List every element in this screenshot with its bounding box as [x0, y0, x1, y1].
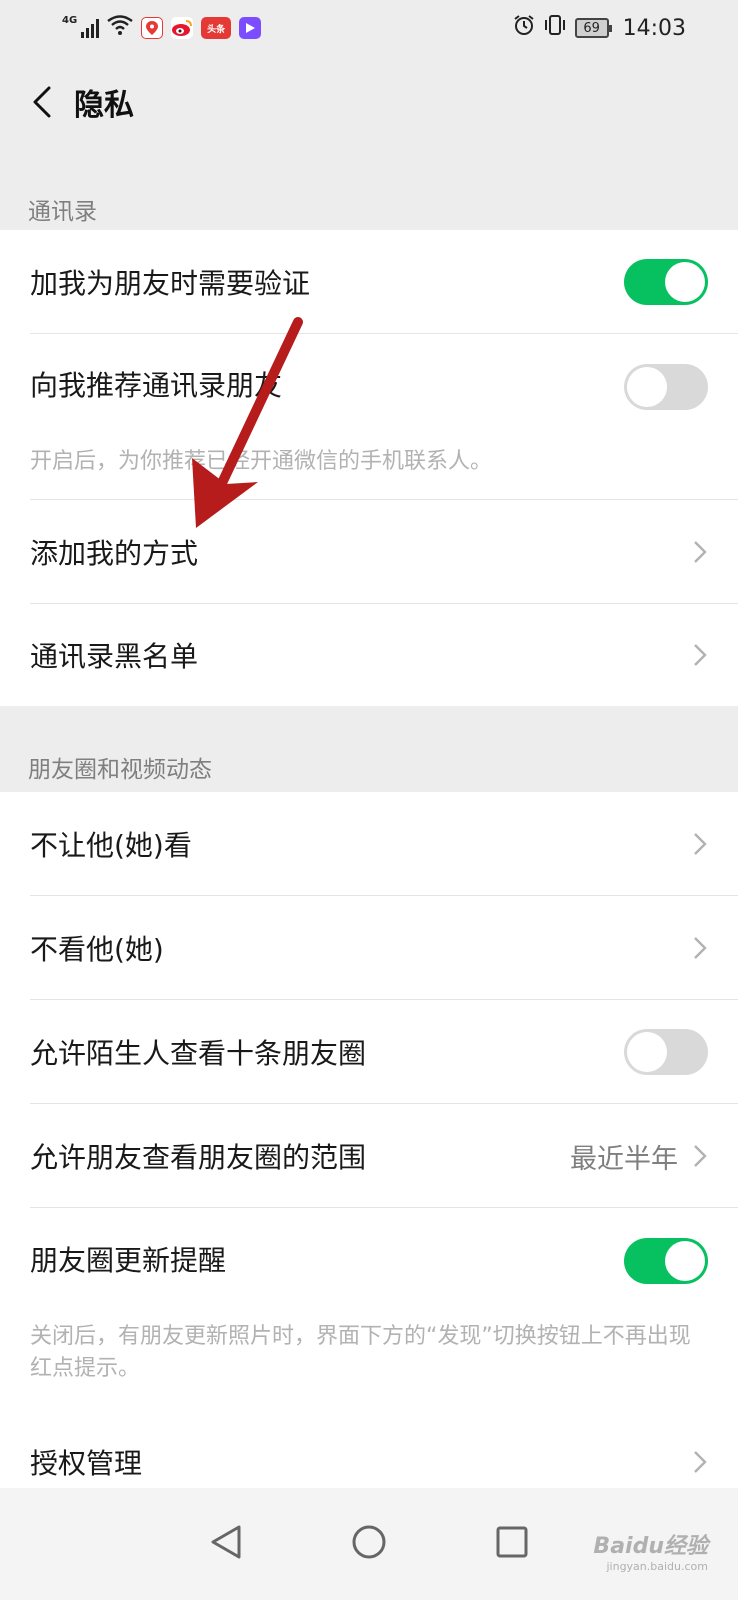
row-label: 授权管理: [30, 1447, 143, 1480]
status-right: 69 14:03: [513, 14, 686, 42]
row-label: 向我推荐通讯录朋友: [30, 369, 283, 402]
verify-toggle[interactable]: [624, 259, 708, 305]
video-app-icon: [239, 17, 262, 39]
range-value: 最近半年: [570, 1143, 678, 1175]
moments-card: 不让他(她)看 不看他(她) 允许陌生人查看十条朋友圈 允许朋友查看朋友圈的范围…: [0, 792, 738, 1412]
row-label: 允许陌生人查看十条朋友圈: [30, 1037, 367, 1070]
row-label: 添加我的方式: [30, 537, 199, 570]
wifi-icon: [107, 15, 133, 41]
baidu-watermark: Baidu经验 jingyan.baidu.com: [593, 1528, 708, 1573]
back-arrow-icon[interactable]: [22, 82, 62, 122]
home-circle-icon[interactable]: [351, 1524, 387, 1564]
clock: 14:03: [622, 15, 686, 41]
row-description: 关闭后，有朋友更新照片时，界面下方的“发现”切换按钮上不再出现红点提示。: [30, 1324, 691, 1381]
page-title: 隐私: [74, 88, 134, 123]
toggle-knob: [665, 1241, 705, 1281]
toggle-knob: [665, 262, 705, 302]
navigation-bar: 隐私: [0, 56, 738, 148]
update-reminder-toggle[interactable]: [624, 1238, 708, 1284]
row-blacklist[interactable]: 通讯录黑名单: [0, 604, 738, 706]
section-header-contacts: 通讯录: [28, 199, 97, 225]
alarm-icon: [513, 14, 535, 42]
network-type: 4G: [62, 14, 78, 26]
row-description: 开启后，为你推荐已经开通微信的手机联系人。: [30, 449, 493, 474]
row-strangers-view[interactable]: 允许陌生人查看十条朋友圈: [0, 1000, 738, 1104]
row-update-reminder[interactable]: 朋友圈更新提醒 关闭后，有朋友更新照片时，界面下方的“发现”切换按钮上不再出现红…: [0, 1208, 738, 1412]
watermark-sub: jingyan.baidu.com: [606, 1560, 708, 1573]
toggle-knob: [627, 1032, 667, 1072]
row-label: 通讯录黑名单: [30, 640, 199, 673]
chevron-right-icon: [692, 830, 708, 858]
row-hide-from[interactable]: 不让他(她)看: [0, 792, 738, 896]
status-left: 4G 头条: [62, 14, 262, 41]
toutiao-app-icon: 头条: [201, 17, 232, 39]
row-dont-see[interactable]: 不看他(她): [0, 896, 738, 1000]
signal-icon: [81, 18, 100, 38]
row-visible-range[interactable]: 允许朋友查看朋友圈的范围 最近半年: [0, 1104, 738, 1208]
weibo-app-icon: [171, 17, 194, 39]
chevron-right-icon: [692, 934, 708, 962]
status-bar: 4G 头条 69 14:03: [0, 0, 738, 56]
chevron-right-icon: [692, 1448, 708, 1476]
back-triangle-icon[interactable]: [209, 1524, 243, 1564]
contacts-card: 加我为朋友时需要验证 向我推荐通讯录朋友 开启后，为你推荐已经开通微信的手机联系…: [0, 230, 738, 706]
row-label: 不让他(她)看: [30, 829, 192, 862]
vibrate-icon: [543, 14, 567, 42]
row-label: 允许朋友查看朋友圈的范围: [30, 1141, 367, 1174]
chevron-right-icon: [692, 641, 708, 669]
row-label: 不看他(她): [30, 933, 164, 966]
section-header-moments: 朋友圈和视频动态: [28, 757, 212, 783]
strangers-toggle[interactable]: [624, 1029, 708, 1075]
toggle-knob: [627, 367, 667, 407]
recents-square-icon[interactable]: [495, 1525, 529, 1563]
chevron-right-icon: [692, 538, 708, 566]
chevron-right-icon: [692, 1142, 708, 1170]
battery-icon: 69: [574, 18, 612, 38]
row-verify-on-add[interactable]: 加我为朋友时需要验证: [0, 230, 738, 334]
row-authorization[interactable]: 授权管理: [0, 1410, 738, 1488]
row-add-methods[interactable]: 添加我的方式: [0, 500, 738, 604]
row-label: 朋友圈更新提醒: [30, 1244, 227, 1277]
row-recommend-contacts[interactable]: 向我推荐通讯录朋友 开启后，为你推荐已经开通微信的手机联系人。: [0, 334, 738, 500]
watermark-main: Baidu经验: [593, 1534, 708, 1559]
recommend-toggle[interactable]: [624, 364, 708, 410]
other-card: 授权管理: [0, 1410, 738, 1488]
maps-app-icon: [141, 17, 164, 39]
row-label: 加我为朋友时需要验证: [30, 267, 311, 300]
